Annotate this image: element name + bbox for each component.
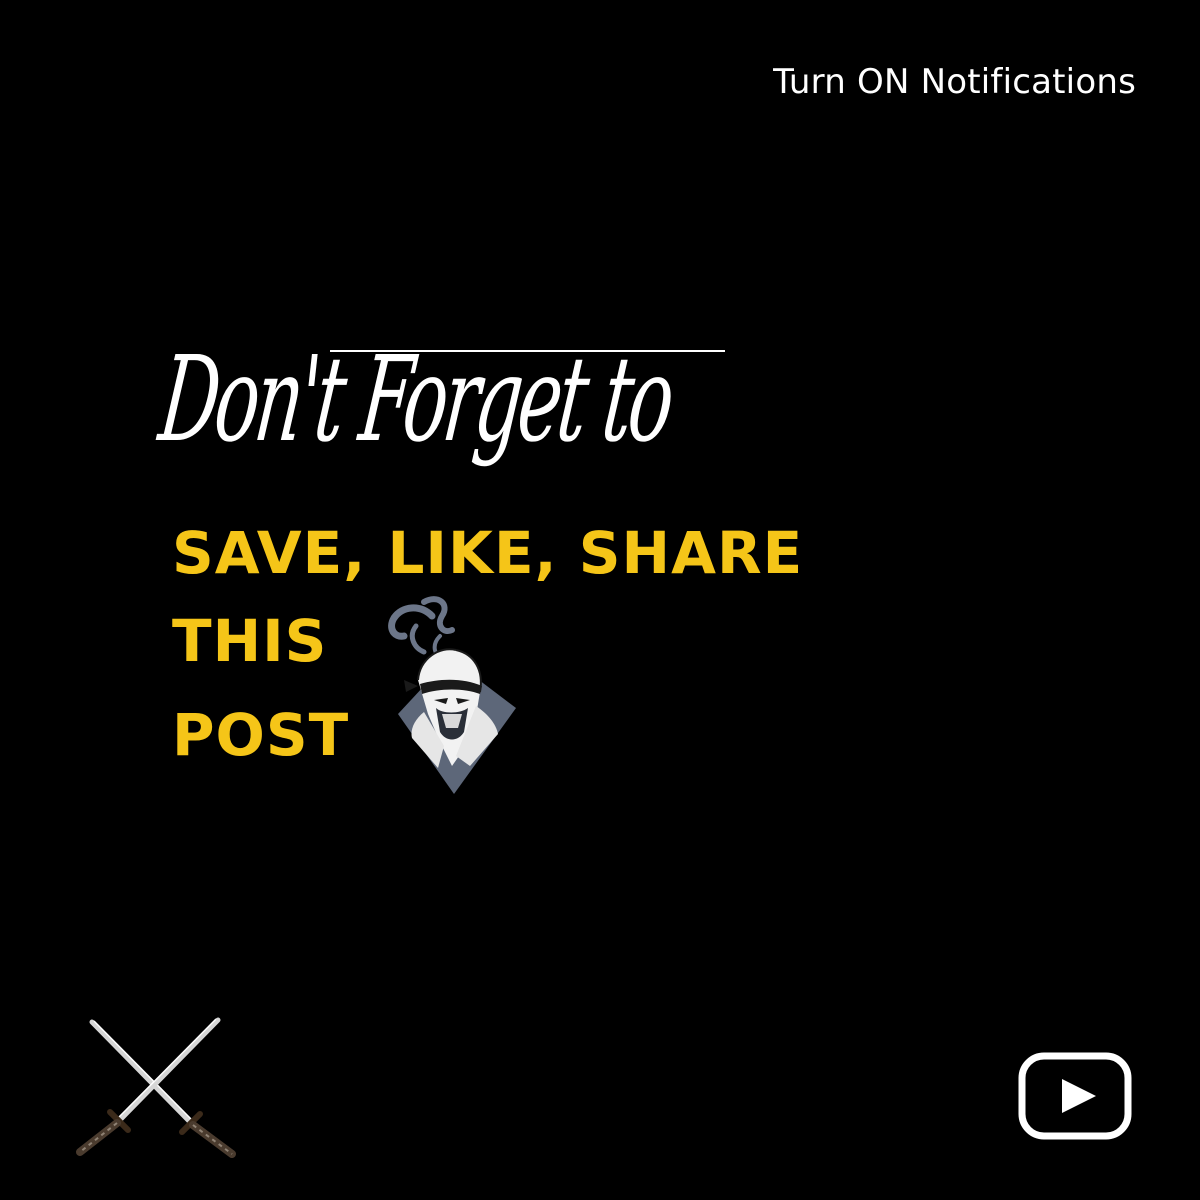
ninja-logo-icon	[388, 596, 516, 794]
cta-line-this: THIS	[172, 607, 328, 675]
turn-on-notifications-text: Turn ON Notifications	[773, 62, 1136, 102]
cta-line-post: POST	[172, 701, 350, 769]
crossed-katanas-icon	[76, 1017, 236, 1158]
cta-line-save-like-share: SAVE, LIKE, SHARE	[172, 519, 804, 587]
youtube-play-icon	[1018, 1052, 1132, 1140]
dont-forget-to-heading: Don't Forget to	[153, 330, 678, 468]
